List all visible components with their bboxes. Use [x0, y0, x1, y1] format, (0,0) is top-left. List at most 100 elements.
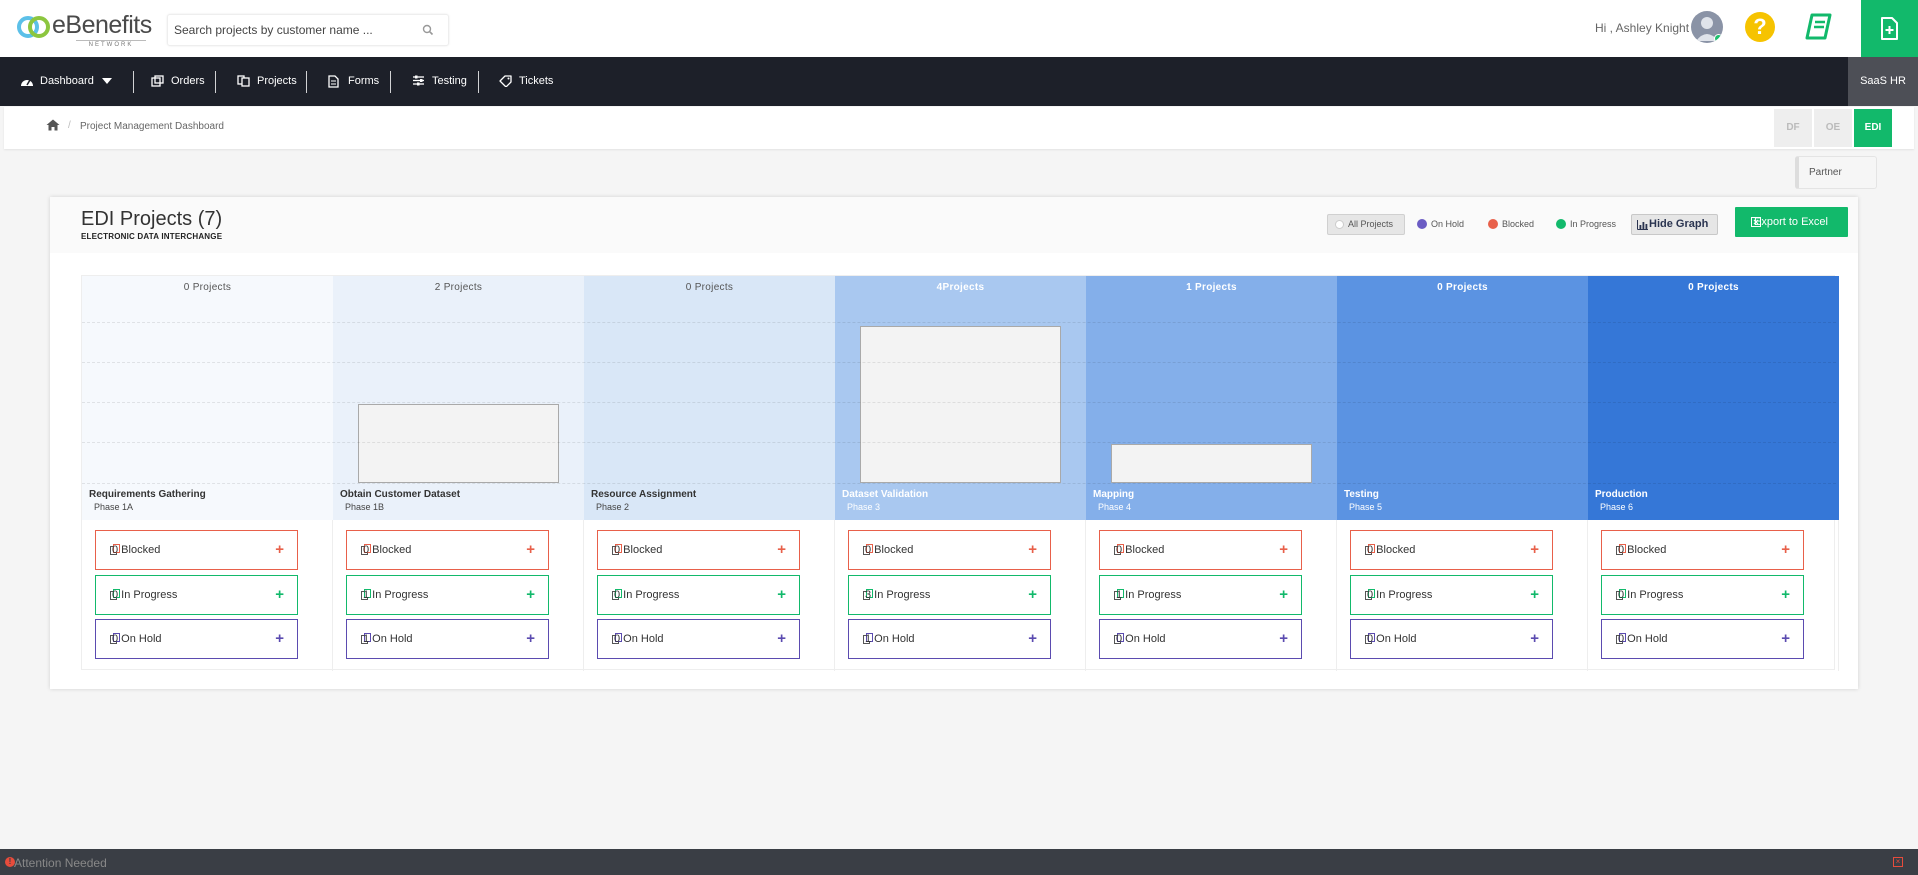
- dashboard-icon: [21, 79, 33, 86]
- help-icon[interactable]: ?: [1745, 12, 1775, 42]
- add-icon[interactable]: +: [275, 541, 284, 558]
- export-label: Export to Excel: [1754, 216, 1828, 228]
- status-label: 0 Blocked: [112, 544, 161, 556]
- phase-number: Phase 3: [847, 502, 881, 512]
- add-icon[interactable]: +: [275, 630, 284, 647]
- add-icon[interactable]: +: [1530, 630, 1539, 647]
- filter-on-hold[interactable]: On Hold: [1417, 219, 1464, 229]
- add-icon[interactable]: +: [1279, 586, 1288, 603]
- nav-divider: [390, 71, 391, 93]
- search-box: [167, 14, 449, 46]
- hide-graph-button[interactable]: Hide Graph: [1631, 214, 1718, 235]
- phase-bar[interactable]: [860, 325, 1061, 483]
- add-icon[interactable]: +: [1781, 630, 1790, 647]
- nav-divider: [306, 71, 307, 93]
- logo-rings-icon: [17, 16, 50, 38]
- phase-name: Production: [1595, 489, 1648, 500]
- add-icon[interactable]: +: [526, 586, 535, 603]
- in-progress-status-button[interactable]: 0 In Progress +: [597, 575, 800, 615]
- status-label: 0 Blocked: [1618, 544, 1667, 556]
- blocked-status-button[interactable]: 0 Blocked +: [597, 530, 800, 570]
- tab-edi[interactable]: EDI: [1854, 109, 1892, 147]
- graph-gridline: [82, 402, 1836, 403]
- on-hold-status-button[interactable]: 0 On Hold +: [1601, 619, 1804, 659]
- close-icon[interactable]: ×: [1893, 857, 1903, 867]
- blocked-status-button[interactable]: 0 Blocked +: [1099, 530, 1302, 570]
- new-document-button[interactable]: [1861, 0, 1918, 57]
- add-icon[interactable]: +: [1530, 541, 1539, 558]
- ticket-icon: [499, 75, 512, 87]
- add-icon[interactable]: +: [777, 586, 786, 603]
- partner-button[interactable]: Partner: [1795, 156, 1877, 189]
- add-icon[interactable]: +: [526, 630, 535, 647]
- tab-oe[interactable]: OE: [1814, 109, 1852, 147]
- saas-hr-button[interactable]: SaaS HR: [1848, 57, 1918, 106]
- phase-name: Obtain Customer Dataset: [340, 489, 461, 500]
- on-hold-status-button[interactable]: 0 On Hold +: [597, 619, 800, 659]
- orders-icon: [151, 75, 164, 87]
- nav-testing-label: Testing: [432, 75, 467, 87]
- on-hold-status-button[interactable]: 0 On Hold +: [1350, 619, 1553, 659]
- nav-tickets[interactable]: Tickets: [499, 57, 553, 106]
- add-icon[interactable]: +: [1781, 541, 1790, 558]
- phase-bar[interactable]: [358, 404, 559, 483]
- nav-forms[interactable]: Forms: [328, 57, 379, 106]
- on-hold-status-button[interactable]: 1 On Hold +: [848, 619, 1051, 659]
- radio-icon: [1335, 220, 1344, 229]
- phase-status-column: 0 Blocked + 0 In Progress +0 On Hold +: [584, 520, 835, 671]
- status-label: 0 Blocked: [865, 544, 914, 556]
- nav-orders[interactable]: Orders: [151, 57, 205, 106]
- on-hold-status-button[interactable]: 0 On Hold +: [1099, 619, 1302, 659]
- blocked-status-button[interactable]: 0 Blocked +: [848, 530, 1051, 570]
- in-progress-status-button[interactable]: 1 In Progress +: [346, 575, 549, 615]
- book-icon[interactable]: [1803, 12, 1835, 42]
- add-icon[interactable]: +: [1028, 541, 1037, 558]
- search-icon[interactable]: [422, 24, 434, 36]
- hide-graph-label: Hide Graph: [1649, 218, 1709, 230]
- blocked-status-button[interactable]: 0 Blocked +: [1350, 530, 1553, 570]
- add-icon[interactable]: +: [275, 586, 284, 603]
- in-progress-status-button[interactable]: 0 In Progress +: [1350, 575, 1553, 615]
- ebenefits-logo[interactable]: eBenefits NETWORK: [16, 10, 152, 48]
- add-icon[interactable]: +: [1028, 630, 1037, 647]
- add-icon[interactable]: +: [1279, 541, 1288, 558]
- filter-blocked[interactable]: Blocked: [1488, 219, 1534, 229]
- add-icon[interactable]: +: [526, 541, 535, 558]
- filter-all-projects[interactable]: All Projects: [1327, 214, 1405, 235]
- projects-icon: [237, 75, 250, 87]
- nav-dashboard[interactable]: Dashboard: [20, 57, 112, 106]
- add-icon[interactable]: +: [777, 630, 786, 647]
- home-icon[interactable]: [46, 119, 60, 131]
- in-progress-status-button[interactable]: 0 In Progress +: [95, 575, 298, 615]
- user-avatar[interactable]: [1691, 11, 1723, 43]
- search-input[interactable]: [174, 21, 414, 39]
- add-icon[interactable]: +: [1028, 586, 1037, 603]
- user-greeting: Hi , Ashley Knight: [1595, 21, 1690, 35]
- blocked-status-button[interactable]: 0 Blocked +: [346, 530, 549, 570]
- add-icon[interactable]: +: [1279, 630, 1288, 647]
- in-progress-status-button[interactable]: 0 In Progress +: [1601, 575, 1804, 615]
- nav-projects[interactable]: Projects: [237, 57, 297, 106]
- blocked-status-button[interactable]: 0 Blocked +: [95, 530, 298, 570]
- nav-dashboard-label: Dashboard: [40, 75, 94, 87]
- in-progress-status-button[interactable]: 1 In Progress +: [1099, 575, 1302, 615]
- add-icon[interactable]: +: [777, 541, 786, 558]
- phase-bar[interactable]: [1111, 443, 1312, 483]
- in-progress-status-button[interactable]: 3 In Progress +: [848, 575, 1051, 615]
- phase-number: Phase 1B: [345, 502, 385, 512]
- edi-projects-card: EDI Projects (7) ELECTRONIC DATA INTERCH…: [50, 197, 1858, 689]
- chevron-down-icon[interactable]: [101, 78, 112, 85]
- filter-in-progress[interactable]: In Progress: [1556, 219, 1616, 229]
- tab-df[interactable]: DF: [1774, 109, 1812, 147]
- on-hold-status-button[interactable]: 1 On Hold +: [346, 619, 549, 659]
- status-label: 1 On Hold: [363, 633, 413, 645]
- status-label: 0 On Hold: [112, 633, 162, 645]
- add-icon[interactable]: +: [1530, 586, 1539, 603]
- nav-testing[interactable]: Testing: [412, 57, 467, 106]
- export-to-excel-button[interactable]: Export to Excel: [1735, 207, 1848, 237]
- blocked-status-button[interactable]: 0 Blocked +: [1601, 530, 1804, 570]
- brand-subtitle: NETWORK: [76, 40, 146, 48]
- attention-bar[interactable]: ! Attention Needed ×: [0, 849, 1918, 875]
- on-hold-status-button[interactable]: 0 On Hold +: [95, 619, 298, 659]
- add-icon[interactable]: +: [1781, 586, 1790, 603]
